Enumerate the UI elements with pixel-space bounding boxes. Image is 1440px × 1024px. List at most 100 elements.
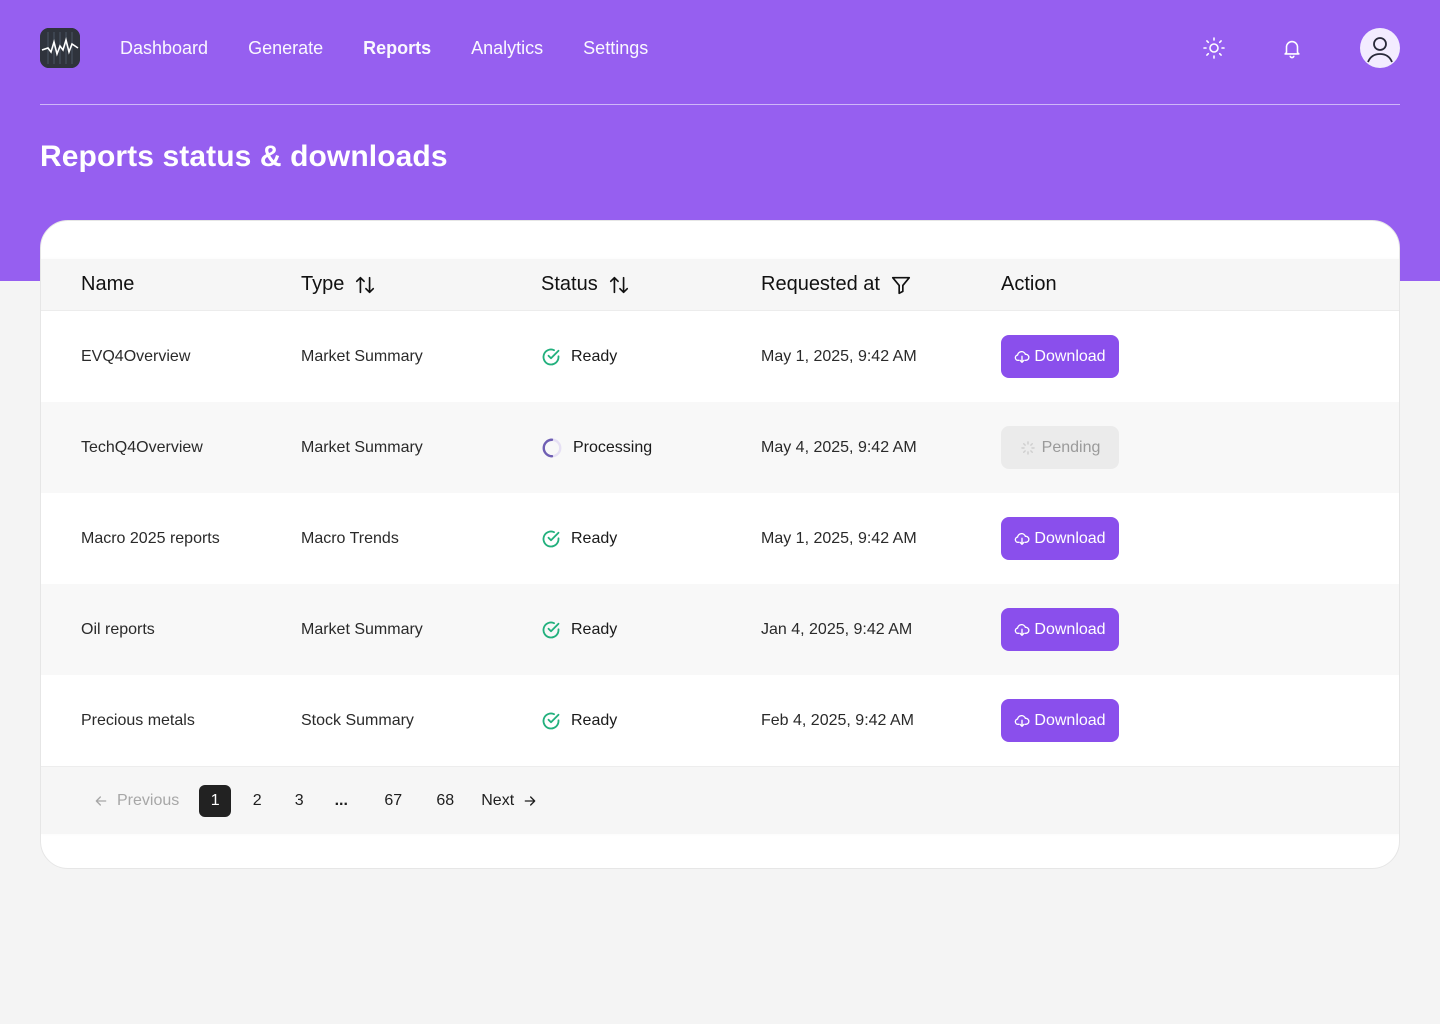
report-type: Stock Summary [301, 711, 414, 729]
report-name: EVQ4Overview [81, 347, 191, 365]
requested-at: May 1, 2025, 9:42 AM [761, 347, 917, 365]
reports-table: Name Type Status Requested at Action EVQ… [41, 259, 1399, 834]
requested-at: Jan 4, 2025, 9:42 AM [761, 620, 913, 638]
header-type[interactable]: Type [301, 273, 376, 296]
table-row: Precious metals Stock Summary Ready Feb … [41, 675, 1399, 766]
pending-label: Pending [1041, 438, 1101, 456]
status-text: Ready [571, 711, 618, 729]
download-label: Download [1034, 347, 1106, 365]
download-label: Download [1034, 620, 1106, 638]
action-cell: Download [1001, 699, 1119, 742]
logo-chart-icon [40, 28, 80, 68]
nav-analytics[interactable]: Analytics [471, 38, 543, 59]
download-label: Download [1034, 529, 1106, 547]
sort-icon[interactable] [608, 274, 630, 296]
nav-reports[interactable]: Reports [363, 38, 431, 59]
check-circle-icon [542, 530, 560, 547]
table-header: Name Type Status Requested at Action [41, 259, 1399, 311]
table-row: Macro 2025 reports Macro Trends Ready Ma… [41, 493, 1399, 584]
processing-spinner-icon [542, 438, 562, 457]
check-circle-icon [542, 348, 560, 365]
page-title: Reports status & downloads [40, 140, 448, 173]
filter-icon[interactable] [890, 274, 912, 296]
nav-dashboard[interactable]: Dashboard [120, 38, 208, 59]
header-action-label: Action [1001, 273, 1057, 295]
user-avatar[interactable] [1360, 28, 1400, 68]
header-action: Action [1001, 273, 1057, 296]
pagination: Previous 1 2 3 ... 67 68 Next [41, 766, 1399, 834]
status-badge: Ready [541, 711, 617, 731]
action-cell: Download [1001, 608, 1119, 651]
page-2[interactable]: 2 [241, 785, 273, 817]
cloud-download-icon [1015, 623, 1030, 636]
action-cell: Download [1001, 517, 1119, 560]
sun-icon [1203, 37, 1225, 59]
check-circle-icon [542, 621, 560, 638]
next-page-button[interactable]: Next [481, 792, 538, 810]
status-text: Ready [571, 620, 618, 638]
next-label: Next [481, 791, 515, 809]
requested-at: May 4, 2025, 9:42 AM [761, 438, 917, 456]
bell-icon [1284, 40, 1300, 59]
download-button[interactable]: Download [1001, 517, 1119, 560]
header-divider [40, 104, 1400, 105]
header-name: Name [81, 273, 134, 296]
action-cell: Pending [1001, 426, 1119, 469]
header-requested-at[interactable]: Requested at [761, 273, 912, 296]
page-3[interactable]: 3 [283, 785, 315, 817]
requested-at: May 1, 2025, 9:42 AM [761, 529, 917, 547]
report-type: Market Summary [301, 620, 423, 638]
arrow-left-icon [95, 795, 107, 806]
reports-card: Name Type Status Requested at Action EVQ… [40, 220, 1400, 869]
table-row: Oil reports Market Summary Ready Jan 4, … [41, 584, 1399, 675]
page-1[interactable]: 1 [199, 784, 232, 817]
page-ellipsis: ... [334, 791, 348, 809]
cloud-download-icon [1015, 714, 1030, 727]
previous-page-button[interactable]: Previous [93, 792, 179, 810]
header-name-label: Name [81, 273, 135, 295]
top-actions [1202, 28, 1400, 68]
notifications-button[interactable] [1280, 36, 1304, 60]
loader-icon [1020, 440, 1035, 455]
table-row: TechQ4Overview Market Summary Processing… [41, 402, 1399, 493]
top-navigation: Dashboard Generate Reports Analytics Set… [40, 28, 1400, 68]
check-circle-icon [542, 712, 560, 729]
main-nav: Dashboard Generate Reports Analytics Set… [120, 38, 648, 59]
status-text: Processing [573, 438, 653, 456]
status-badge: Ready [541, 529, 617, 549]
report-name: Oil reports [81, 620, 155, 638]
stock-chart-logo[interactable] [40, 28, 80, 68]
page-67[interactable]: 67 [377, 785, 409, 817]
download-button[interactable]: Download [1001, 335, 1119, 378]
download-button[interactable]: Download [1001, 699, 1119, 742]
sort-icon[interactable] [354, 274, 376, 296]
report-name: Precious metals [81, 711, 195, 729]
status-badge: Ready [541, 347, 617, 367]
requested-at: Feb 4, 2025, 9:42 AM [761, 711, 914, 729]
action-cell: Download [1001, 335, 1119, 378]
table-row: EVQ4Overview Market Summary Ready May 1,… [41, 311, 1399, 402]
header-requested-label: Requested at [761, 273, 880, 295]
header-status-label: Status [541, 273, 598, 295]
report-type: Market Summary [301, 438, 423, 456]
download-button[interactable]: Download [1001, 608, 1119, 651]
status-text: Ready [571, 529, 618, 547]
status-badge: Ready [541, 620, 617, 640]
previous-label: Previous [117, 791, 180, 809]
status-badge: Processing [541, 437, 652, 459]
download-label: Download [1034, 711, 1106, 729]
arrow-right-icon [524, 795, 536, 806]
pending-button: Pending [1001, 426, 1119, 469]
nav-settings[interactable]: Settings [583, 38, 648, 59]
cloud-download-icon [1015, 350, 1030, 363]
report-type: Market Summary [301, 347, 423, 365]
nav-generate[interactable]: Generate [248, 38, 323, 59]
header-status[interactable]: Status [541, 273, 630, 296]
header-type-label: Type [301, 273, 345, 295]
report-name: Macro 2025 reports [81, 529, 220, 547]
cloud-download-icon [1015, 532, 1030, 545]
report-type: Macro Trends [301, 529, 399, 547]
theme-toggle-button[interactable] [1202, 36, 1226, 60]
report-name: TechQ4Overview [81, 438, 203, 456]
page-68[interactable]: 68 [429, 785, 461, 817]
